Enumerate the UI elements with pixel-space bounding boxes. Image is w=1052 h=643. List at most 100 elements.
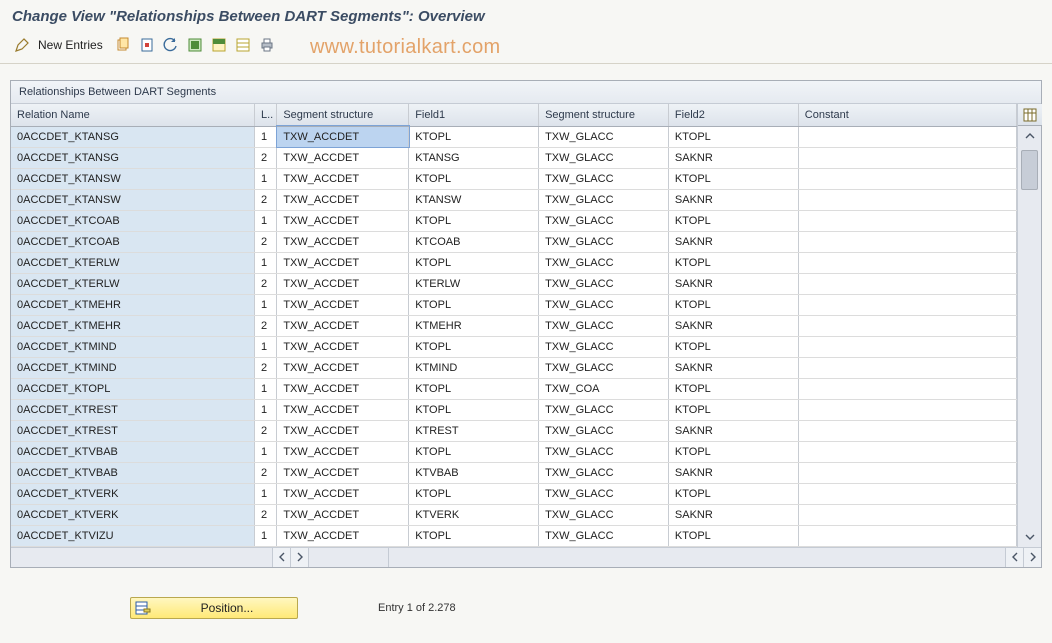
table-row[interactable]: 0ACCDET_KTANSG1TXW_ACCDETKTOPLTXW_GLACCK… (11, 126, 1017, 147)
cell-constant[interactable] (798, 378, 1016, 399)
table-row[interactable]: 0ACCDET_KTCOAB2TXW_ACCDETKTCOABTXW_GLACC… (11, 231, 1017, 252)
deselect-all-button[interactable] (233, 35, 253, 55)
cell-f2[interactable]: SAKNR (668, 315, 798, 336)
cell-constant[interactable] (798, 231, 1016, 252)
cell-f2[interactable]: KTOPL (668, 336, 798, 357)
cell-seg1[interactable]: TXW_ACCDET (277, 294, 409, 315)
cell-f2[interactable]: KTOPL (668, 210, 798, 231)
hscroll-left-button[interactable] (273, 548, 291, 567)
cell-seg1[interactable]: TXW_ACCDET (277, 315, 409, 336)
cell-relation[interactable]: 0ACCDET_KTMEHR (11, 315, 255, 336)
cell-l[interactable]: 2 (255, 189, 277, 210)
cell-relation[interactable]: 0ACCDET_KTVERK (11, 504, 255, 525)
hscroll-right-button-2[interactable] (1023, 548, 1041, 567)
table-row[interactable]: 0ACCDET_KTANSW2TXW_ACCDETKTANSWTXW_GLACC… (11, 189, 1017, 210)
cell-f1[interactable]: KTOPL (409, 168, 539, 189)
cell-l[interactable]: 2 (255, 357, 277, 378)
cell-f1[interactable]: KTOPL (409, 441, 539, 462)
copy-as-button[interactable] (113, 35, 133, 55)
cell-l[interactable]: 2 (255, 273, 277, 294)
cell-seg2[interactable]: TXW_GLACC (539, 294, 669, 315)
cell-f2[interactable]: KTOPL (668, 399, 798, 420)
cell-f1[interactable]: KTANSG (409, 147, 539, 168)
cell-relation[interactable]: 0ACCDET_KTCOAB (11, 210, 255, 231)
cell-f1[interactable]: KTVERK (409, 504, 539, 525)
cell-l[interactable]: 1 (255, 168, 277, 189)
cell-f2[interactable]: KTOPL (668, 441, 798, 462)
cell-l[interactable]: 1 (255, 399, 277, 420)
cell-seg1[interactable]: TXW_ACCDET (277, 273, 409, 294)
cell-f2[interactable]: KTOPL (668, 294, 798, 315)
table-row[interactable]: 0ACCDET_KTCOAB1TXW_ACCDETKTOPLTXW_GLACCK… (11, 210, 1017, 231)
toggle-display-change-button[interactable] (12, 35, 32, 55)
cell-seg2[interactable]: TXW_GLACC (539, 126, 669, 147)
cell-constant[interactable] (798, 357, 1016, 378)
table-row[interactable]: 0ACCDET_KTERLW2TXW_ACCDETKTERLWTXW_GLACC… (11, 273, 1017, 294)
cell-l[interactable]: 1 (255, 126, 277, 147)
cell-f1[interactable]: KTANSW (409, 189, 539, 210)
table-row[interactable]: 0ACCDET_KTVERK2TXW_ACCDETKTVERKTXW_GLACC… (11, 504, 1017, 525)
cell-seg1[interactable]: TXW_ACCDET (277, 525, 409, 546)
cell-f2[interactable]: SAKNR (668, 462, 798, 483)
cell-f1[interactable]: KTCOAB (409, 231, 539, 252)
cell-f2[interactable]: KTOPL (668, 378, 798, 399)
cell-seg2[interactable]: TXW_GLACC (539, 189, 669, 210)
cell-constant[interactable] (798, 504, 1016, 525)
table-row[interactable]: 0ACCDET_KTREST2TXW_ACCDETKTRESTTXW_GLACC… (11, 420, 1017, 441)
cell-seg1[interactable]: TXW_ACCDET (277, 357, 409, 378)
cell-constant[interactable] (798, 147, 1016, 168)
cell-seg1[interactable]: TXW_ACCDET (277, 210, 409, 231)
cell-f1[interactable]: KTOPL (409, 294, 539, 315)
cell-seg1[interactable]: TXW_ACCDET (277, 252, 409, 273)
configure-columns-button[interactable] (1018, 104, 1042, 126)
table-row[interactable]: 0ACCDET_KTERLW1TXW_ACCDETKTOPLTXW_GLACCK… (11, 252, 1017, 273)
table-row[interactable]: 0ACCDET_KTANSW1TXW_ACCDETKTOPLTXW_GLACCK… (11, 168, 1017, 189)
cell-constant[interactable] (798, 189, 1016, 210)
cell-l[interactable]: 2 (255, 420, 277, 441)
cell-l[interactable]: 1 (255, 525, 277, 546)
cell-relation[interactable]: 0ACCDET_KTVERK (11, 483, 255, 504)
cell-seg1[interactable]: TXW_ACCDET (277, 189, 409, 210)
cell-seg2[interactable]: TXW_GLACC (539, 357, 669, 378)
delete-button[interactable] (137, 35, 157, 55)
cell-seg1[interactable]: TXW_ACCDET (277, 504, 409, 525)
cell-relation[interactable]: 0ACCDET_KTANSW (11, 189, 255, 210)
hscroll-track[interactable] (309, 548, 389, 567)
cell-l[interactable]: 1 (255, 483, 277, 504)
cell-seg2[interactable]: TXW_GLACC (539, 315, 669, 336)
cell-l[interactable]: 1 (255, 336, 277, 357)
cell-seg1[interactable]: TXW_ACCDET (277, 420, 409, 441)
cell-relation[interactable]: 0ACCDET_KTANSG (11, 147, 255, 168)
table-row[interactable]: 0ACCDET_KTVBAB2TXW_ACCDETKTVBABTXW_GLACC… (11, 462, 1017, 483)
col-seg2[interactable]: Segment structure (539, 104, 669, 126)
scroll-up-button[interactable] (1018, 126, 1041, 146)
data-table[interactable]: Relation Name L.. Segment structure Fiel… (11, 104, 1017, 547)
cell-f1[interactable]: KTREST (409, 420, 539, 441)
cell-relation[interactable]: 0ACCDET_KTVBAB (11, 441, 255, 462)
cell-l[interactable]: 2 (255, 504, 277, 525)
cell-seg1[interactable]: TXW_ACCDET (277, 231, 409, 252)
cell-f1[interactable]: KTOPL (409, 525, 539, 546)
table-row[interactable]: 0ACCDET_KTMIND2TXW_ACCDETKTMINDTXW_GLACC… (11, 357, 1017, 378)
cell-constant[interactable] (798, 483, 1016, 504)
cell-f2[interactable]: SAKNR (668, 147, 798, 168)
cell-constant[interactable] (798, 252, 1016, 273)
cell-seg1[interactable]: TXW_ACCDET (277, 378, 409, 399)
table-row[interactable]: 0ACCDET_KTMIND1TXW_ACCDETKTOPLTXW_GLACCK… (11, 336, 1017, 357)
cell-constant[interactable] (798, 294, 1016, 315)
cell-f1[interactable]: KTOPL (409, 252, 539, 273)
cell-l[interactable]: 2 (255, 462, 277, 483)
cell-relation[interactable]: 0ACCDET_KTREST (11, 420, 255, 441)
cell-seg2[interactable]: TXW_GLACC (539, 462, 669, 483)
cell-seg2[interactable]: TXW_GLACC (539, 504, 669, 525)
undo-change-button[interactable] (161, 35, 181, 55)
cell-seg1[interactable]: TXW_ACCDET (277, 147, 409, 168)
cell-seg2[interactable]: TXW_GLACC (539, 252, 669, 273)
cell-seg2[interactable]: TXW_GLACC (539, 147, 669, 168)
cell-seg2[interactable]: TXW_GLACC (539, 273, 669, 294)
cell-seg2[interactable]: TXW_COA (539, 378, 669, 399)
cell-constant[interactable] (798, 126, 1016, 147)
col-constant[interactable]: Constant (798, 104, 1016, 126)
cell-f2[interactable]: KTOPL (668, 525, 798, 546)
cell-f1[interactable]: KTOPL (409, 483, 539, 504)
